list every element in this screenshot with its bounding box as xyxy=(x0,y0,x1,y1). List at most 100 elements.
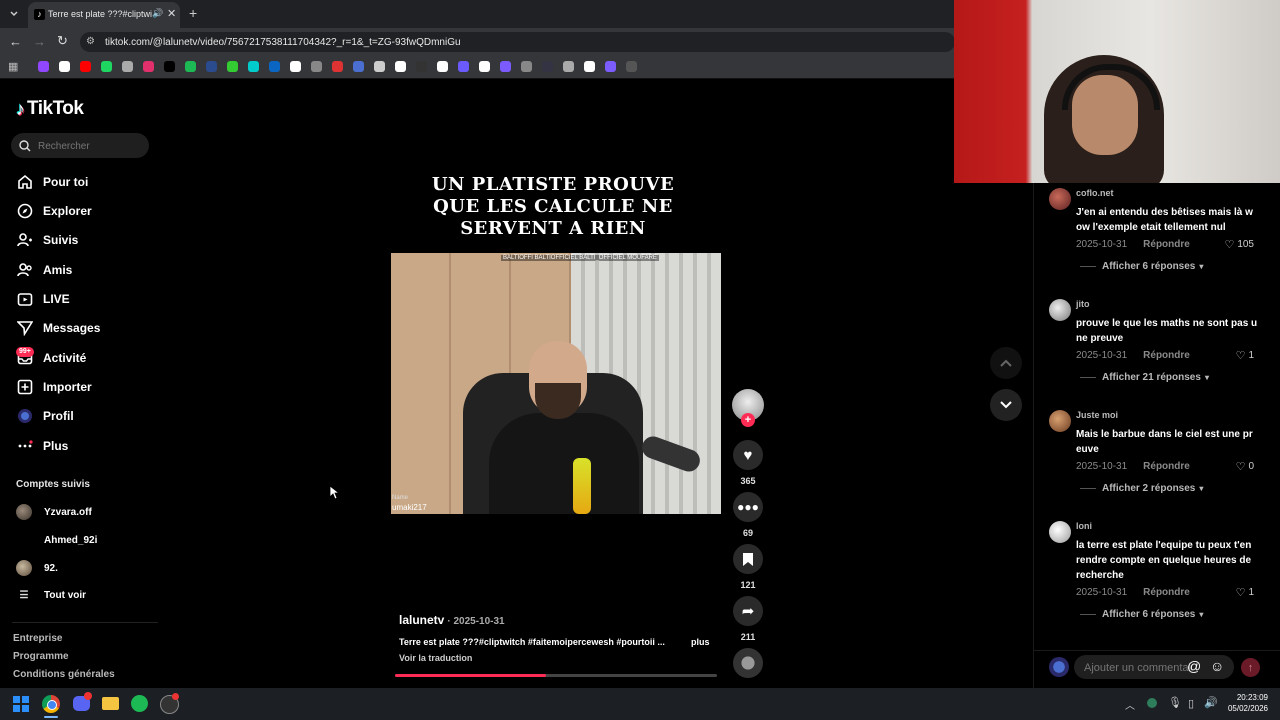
sidebar-item-explorer[interactable]: Explorer xyxy=(16,200,156,222)
tab-list-button[interactable] xyxy=(6,6,22,22)
bookmark-app-icon[interactable] xyxy=(416,61,427,72)
spotify-taskbar-icon[interactable] xyxy=(131,695,148,712)
battery-icon[interactable]: ▯ xyxy=(1188,697,1194,710)
followed-account-1[interactable]: Yzvara.off xyxy=(16,504,92,520)
avatar[interactable] xyxy=(1049,521,1071,543)
comment-username[interactable]: Juste moi xyxy=(1076,410,1118,420)
bookmark-app-icon[interactable] xyxy=(248,61,259,72)
comment-like-button[interactable]: ♡ 105 xyxy=(1224,238,1254,251)
bookmark-app-icon[interactable] xyxy=(332,61,343,72)
bookmark-app-icon[interactable] xyxy=(605,61,616,72)
next-video-button[interactable] xyxy=(990,389,1022,421)
bookmark-instagram-icon[interactable] xyxy=(143,61,154,72)
emoji-icon[interactable]: ☺ xyxy=(1210,658,1224,674)
reload-icon[interactable]: ↻ xyxy=(57,33,68,49)
site-info-icon[interactable]: ⚙ xyxy=(86,36,95,47)
footer-link-programme[interactable]: Programme xyxy=(13,651,69,662)
comment-like-button[interactable]: ♡ 1 xyxy=(1236,586,1254,599)
bookmark-twitch-icon[interactable] xyxy=(38,61,49,72)
volume-icon[interactable]: 🔊 xyxy=(1204,696,1218,709)
close-tab-icon[interactable]: ✕ xyxy=(167,7,176,20)
sidebar-item-plus[interactable]: Plus xyxy=(16,435,156,457)
bookmark-youtube-icon[interactable] xyxy=(80,61,91,72)
comment-like-button[interactable]: ♡ 1 xyxy=(1236,349,1254,362)
video-progress-track[interactable] xyxy=(395,674,717,677)
followed-account-2[interactable]: Ahmed_92i xyxy=(16,532,97,548)
search-box[interactable] xyxy=(11,133,149,158)
bookmark-app-icon[interactable] xyxy=(479,61,490,72)
sidebar-item-profil[interactable]: Profil xyxy=(16,405,156,427)
avatar[interactable] xyxy=(1049,410,1071,432)
previous-video-button[interactable] xyxy=(990,347,1022,379)
reply-button[interactable]: Répondre xyxy=(1143,350,1190,361)
follow-plus-icon[interactable]: + xyxy=(741,413,755,427)
comment-input[interactable] xyxy=(1082,660,1194,676)
bookmark-app-icon[interactable] xyxy=(374,61,385,72)
chrome-taskbar-icon[interactable] xyxy=(42,695,60,713)
file-explorer-icon[interactable] xyxy=(102,697,119,710)
sidebar-item-pour-toi[interactable]: Pour toi xyxy=(16,171,156,193)
apps-grid-icon[interactable]: ▦ xyxy=(8,60,18,73)
like-button[interactable]: ♥ 365 xyxy=(732,440,764,486)
sidebar-item-suivis[interactable]: Suivis xyxy=(16,229,156,251)
url-field[interactable]: ⚙ tiktok.com/@lalunetv/video/75672175381… xyxy=(80,32,955,52)
sound-disc-button[interactable] xyxy=(732,648,764,678)
mention-icon[interactable]: @ xyxy=(1187,658,1201,674)
tiktok-logo[interactable]: ♪ TikTok xyxy=(16,98,84,120)
comment-username[interactable]: jito xyxy=(1076,299,1090,309)
translate-link[interactable]: Voir la traduction xyxy=(399,653,472,663)
sidebar-item-messages[interactable]: Messages xyxy=(16,317,156,339)
microphone-icon[interactable]: 🎙 xyxy=(1168,696,1182,709)
bookmark-web-icon[interactable] xyxy=(311,61,322,72)
back-icon[interactable]: ← xyxy=(9,34,22,49)
search-input[interactable] xyxy=(36,138,148,154)
sidebar-item-amis[interactable]: Amis xyxy=(16,259,156,281)
description-more-button[interactable]: plus xyxy=(691,637,710,647)
show-replies-button[interactable]: Afficher 6 réponses ▾ xyxy=(1080,609,1203,620)
bookmark-app-icon[interactable] xyxy=(395,61,406,72)
show-replies-button[interactable]: Afficher 6 réponses ▾ xyxy=(1080,261,1203,272)
comment-like-button[interactable]: ♡ 0 xyxy=(1236,460,1254,473)
bookmark-app-icon[interactable] xyxy=(521,61,532,72)
bookmark-kick-icon[interactable] xyxy=(101,61,112,72)
show-replies-button[interactable]: Afficher 21 réponses ▾ xyxy=(1080,372,1209,383)
windows-start-icon[interactable] xyxy=(13,696,29,712)
followed-account-3[interactable]: 92. xyxy=(16,560,58,576)
speaker-icon[interactable]: 🔊 xyxy=(152,8,163,19)
footer-link-conditions[interactable]: Conditions générales xyxy=(13,669,115,680)
reply-button[interactable]: Répondre xyxy=(1143,461,1190,472)
bookmark-app-icon[interactable] xyxy=(563,61,574,72)
bookmark-app-icon[interactable] xyxy=(185,61,196,72)
bookmark-info-icon[interactable] xyxy=(290,61,301,72)
creator-avatar-button[interactable]: + xyxy=(732,389,764,427)
post-comment-button[interactable]: ↑ xyxy=(1241,658,1260,677)
browser-tab[interactable]: ♪ Terre est plate ???#cliptwitc 🔊 ✕ xyxy=(28,2,180,28)
video-player[interactable]: BALTIOFFI BALTIOFFICIEL BALTI_OFFICIEL M… xyxy=(391,253,721,514)
sidebar-item-live[interactable]: LIVE xyxy=(16,288,156,310)
bookmark-x-icon[interactable] xyxy=(59,61,70,72)
footer-link-entreprise[interactable]: Entreprise xyxy=(13,633,62,644)
bookmark-site-icon[interactable] xyxy=(206,61,217,72)
reply-button[interactable]: Répondre xyxy=(1143,239,1190,250)
tray-app-icon[interactable] xyxy=(1147,698,1157,708)
bookmark-app-icon[interactable] xyxy=(437,61,448,72)
forward-icon[interactable]: → xyxy=(33,34,46,49)
bookmark-linkedin-icon[interactable] xyxy=(269,61,280,72)
share-button[interactable]: ➦ 211 xyxy=(732,596,764,642)
bookmark-app-icon[interactable] xyxy=(458,61,469,72)
bookmark-app-icon[interactable] xyxy=(227,61,238,72)
bookmark-web-icon[interactable] xyxy=(122,61,133,72)
show-replies-button[interactable]: Afficher 2 réponses ▾ xyxy=(1080,483,1203,494)
avatar[interactable] xyxy=(1049,299,1071,321)
bookmark-app-icon[interactable] xyxy=(626,61,637,72)
reply-button[interactable]: Répondre xyxy=(1143,587,1190,598)
comment-input-box[interactable]: @ ☺ xyxy=(1074,655,1234,679)
sidebar-item-importer[interactable]: Importer xyxy=(16,376,156,398)
save-button[interactable]: 121 xyxy=(732,544,764,590)
bookmark-tiktok-icon[interactable] xyxy=(164,61,175,72)
sidebar-item-activit-[interactable]: Activité xyxy=(16,347,156,369)
bookmark-app-icon[interactable] xyxy=(542,61,553,72)
see-all-link[interactable]: ☰ Tout voir xyxy=(16,590,87,601)
new-tab-button[interactable]: + xyxy=(189,5,197,21)
tray-overflow-icon[interactable]: ︿ xyxy=(1125,697,1135,712)
